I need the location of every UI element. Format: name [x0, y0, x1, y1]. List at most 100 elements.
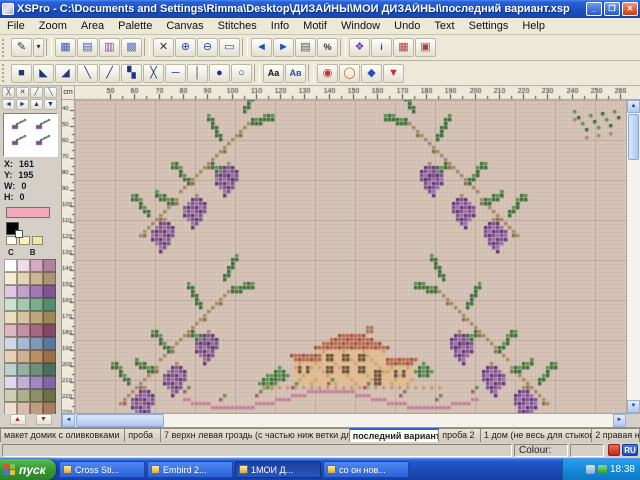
document-tab-1[interactable]: проба	[125, 428, 161, 442]
zoom-in[interactable]: ⊕	[175, 38, 196, 57]
stitch-canvas[interactable]	[75, 100, 626, 413]
palette-swatch[interactable]	[43, 376, 56, 389]
palette-swatch[interactable]	[17, 350, 30, 363]
mini-right-arrow[interactable]: ►	[16, 99, 29, 110]
close-button[interactable]: ✕	[622, 2, 638, 16]
menu-item-window[interactable]: Window	[334, 19, 387, 33]
palette-swatch[interactable]	[4, 350, 17, 363]
menu-item-settings[interactable]: Settings	[462, 19, 516, 33]
task-button-0[interactable]: Cross Sti...	[59, 461, 145, 478]
palette-swatch[interactable]	[30, 285, 43, 298]
palette-swatch[interactable]	[4, 376, 17, 389]
menu-item-help[interactable]: Help	[515, 19, 552, 33]
palette-swatch[interactable]	[43, 272, 56, 285]
document-tab-0[interactable]: макет домик с оливковками	[0, 428, 125, 442]
tray-icon-1[interactable]	[586, 465, 595, 474]
cross-stitch[interactable]: ╳	[143, 64, 164, 83]
half-stitch-fwd[interactable]: ╱	[99, 64, 120, 83]
toolbar-handle[interactable]	[2, 39, 7, 57]
palette-swatch[interactable]	[4, 402, 17, 414]
grid-toggle[interactable]: ▦	[393, 38, 414, 57]
palette-swatch[interactable]	[30, 324, 43, 337]
palette-swatch[interactable]	[43, 324, 56, 337]
pencil-dropdown[interactable]: ▾	[33, 38, 44, 57]
menu-item-zoom[interactable]: Zoom	[32, 19, 74, 33]
menu-item-text[interactable]: Text	[427, 19, 461, 33]
palette-swatch[interactable]	[43, 259, 56, 272]
mini-cross-tool[interactable]: ╳	[2, 87, 15, 98]
colour-mode[interactable]: ▣	[415, 38, 436, 57]
colour-picker[interactable]: ◉	[317, 64, 338, 83]
mini-delete-tool[interactable]: ✕	[16, 87, 29, 98]
palette-swatch[interactable]	[17, 402, 30, 414]
mini-up-arrow[interactable]: ▲	[30, 99, 43, 110]
palette-swatch[interactable]	[17, 298, 30, 311]
vertical-scrollbar[interactable]: ▲ ▼	[626, 100, 640, 413]
foreground-color[interactable]	[6, 222, 19, 235]
palette-swatch[interactable]	[17, 363, 30, 376]
toolbar-handle[interactable]	[2, 64, 7, 82]
eraser-tool[interactable]: ◯	[339, 64, 360, 83]
info-tool[interactable]: i	[371, 38, 392, 57]
menu-item-file[interactable]: File	[0, 19, 32, 33]
bead-tool[interactable]: ○	[231, 64, 252, 83]
zoom-out[interactable]: ⊖	[197, 38, 218, 57]
text-latin[interactable]: Aa	[263, 64, 284, 83]
full-stitch[interactable]: ■	[11, 64, 32, 83]
fill-tool[interactable]: ◆	[361, 64, 382, 83]
background-color[interactable]	[15, 230, 23, 238]
mini-down-arrow[interactable]: ▼	[44, 99, 57, 110]
palette-swatch[interactable]	[30, 376, 43, 389]
palette-swatch[interactable]	[17, 376, 30, 389]
pattern-preview[interactable]	[3, 113, 58, 157]
palette-swatch[interactable]	[30, 311, 43, 324]
text-cyrillic[interactable]: Ав	[285, 64, 306, 83]
document-tab-3[interactable]: последний вариант	[350, 428, 439, 442]
palette-swatch[interactable]	[30, 272, 43, 285]
page-next[interactable]: ►	[273, 38, 294, 57]
palette-swatch[interactable]	[17, 324, 30, 337]
selected-color-swatch[interactable]	[6, 207, 50, 218]
menu-item-canvas[interactable]: Canvas	[159, 19, 210, 33]
half-stitch-right[interactable]: ◢	[55, 64, 76, 83]
palette-swatch[interactable]	[17, 285, 30, 298]
document-tab-4[interactable]: проба 2	[439, 428, 481, 442]
page-prev[interactable]: ◄	[251, 38, 272, 57]
palette-swatch[interactable]	[30, 259, 43, 272]
half-stitch-left[interactable]: ◣	[33, 64, 54, 83]
palette-swatch[interactable]	[43, 337, 56, 350]
fabric-view[interactable]: ▥	[99, 38, 120, 57]
scroll-down-arrow[interactable]: ▼	[627, 400, 640, 413]
palette-swatch[interactable]	[30, 350, 43, 363]
horizontal-scrollbar[interactable]: ◄ ►	[62, 413, 640, 427]
palette-swatch[interactable]	[30, 337, 43, 350]
palette-swatch[interactable]	[4, 272, 17, 285]
backstitch-h[interactable]: ─	[165, 64, 186, 83]
zoom-area[interactable]: ▭	[219, 38, 240, 57]
symbol-view[interactable]: ▩	[121, 38, 142, 57]
start-button[interactable]: пуск	[0, 459, 56, 480]
scroll-right-arrow[interactable]: ►	[613, 414, 626, 427]
scroll-left-arrow[interactable]: ◄	[62, 414, 75, 427]
vertical-scroll-thumb[interactable]	[628, 114, 639, 160]
document-tab-2[interactable]: 7 верхн левая гроздь (с частью ниж ветки…	[161, 428, 350, 442]
motif-library[interactable]: ❖	[349, 38, 370, 57]
document-tab-6[interactable]: 2 правая ниж гр.	[592, 428, 640, 442]
mini-backslash-tool[interactable]: ╲	[44, 87, 57, 98]
palette-swatch[interactable]	[4, 363, 17, 376]
task-button-1[interactable]: Embird 2...	[147, 461, 233, 478]
palette-swatch[interactable]	[30, 363, 43, 376]
pencil-tool[interactable]: ✎	[11, 38, 32, 57]
palette-swatch[interactable]	[17, 389, 30, 402]
palette-scroll-up[interactable]: ▲	[10, 414, 26, 425]
menu-item-undo[interactable]: Undo	[387, 19, 427, 33]
half-stitch-back[interactable]: ╲	[77, 64, 98, 83]
palette-swatch[interactable]	[43, 363, 56, 376]
menu-item-stitches[interactable]: Stitches	[211, 19, 264, 33]
palette-swatch[interactable]	[43, 350, 56, 363]
backstitch-v[interactable]: │	[187, 64, 208, 83]
palette-swatch[interactable]	[17, 259, 30, 272]
horizontal-scroll-thumb[interactable]	[76, 414, 164, 427]
palette-swatch[interactable]	[4, 285, 17, 298]
task-button-2[interactable]: 1МОИ Д...	[235, 461, 321, 478]
